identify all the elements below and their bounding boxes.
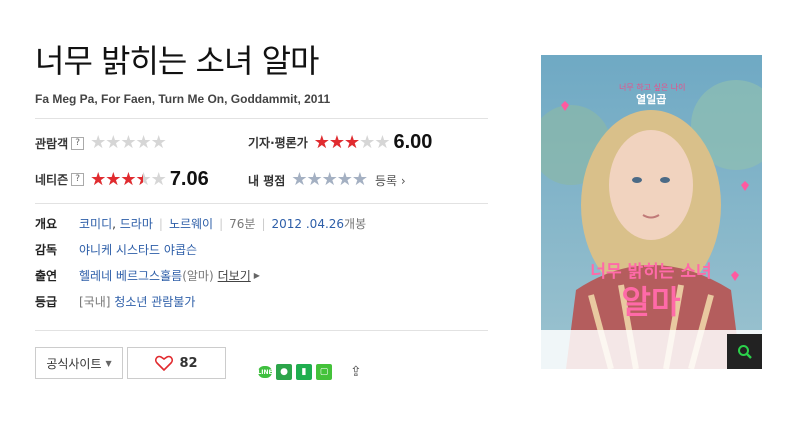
overview-label: 개요 bbox=[35, 217, 58, 231]
svg-text:너무 밝히는 소녀: 너무 밝히는 소녀 bbox=[590, 262, 711, 282]
genre-link[interactable]: 드라마 bbox=[120, 215, 153, 232]
chevron-down-icon: ▼ bbox=[105, 358, 112, 368]
critic-stars: ★★★★★★★★★★ bbox=[313, 131, 391, 153]
movie-title: 너무 밝히는 소녀 알마 bbox=[35, 42, 319, 80]
separator: | bbox=[158, 216, 163, 231]
rating-audience: 관람객 ? ★★★★★★★★★★ bbox=[35, 132, 167, 153]
svg-text:너무 하고 싶은 나이: 너무 하고 싶은 나이 bbox=[619, 82, 686, 92]
director-label: 감독 bbox=[35, 243, 58, 257]
help-icon[interactable]: ? bbox=[71, 136, 85, 150]
search-icon bbox=[737, 344, 752, 359]
rating-label: 기자·평론가 bbox=[248, 136, 308, 150]
band-icon[interactable]: ▢ bbox=[316, 364, 332, 380]
register-rating-link[interactable]: 등록 › bbox=[375, 172, 406, 189]
separator: | bbox=[261, 216, 266, 231]
rating-label: 관람객 bbox=[35, 136, 69, 151]
rating-netizen: 네티즌 ? ★★★★★★★★★★ 7.06 bbox=[35, 168, 209, 191]
svg-text:알마: 알마 bbox=[622, 283, 681, 321]
country-link[interactable]: 노르웨이 bbox=[169, 215, 213, 232]
grade-prefix: [국내] bbox=[79, 295, 111, 309]
separator: | bbox=[219, 216, 224, 231]
cast-row: 출연 헬레네 베르그스홀름 (알마) 더보기 ▶ bbox=[35, 267, 260, 284]
grade-link[interactable]: 청소년 관람불가 bbox=[114, 293, 195, 310]
director-row: 감독 야니케 시스타드 야콥슨 bbox=[35, 241, 197, 258]
more-cast-link[interactable]: 더보기 bbox=[218, 267, 251, 284]
rating-label: 네티즌 bbox=[35, 173, 69, 187]
official-site-label: 공식사이트 bbox=[46, 356, 102, 371]
movie-subtitle: Fa Meg Pa, For Faen, Turn Me On, Goddamm… bbox=[35, 92, 331, 106]
rating-critic: 기자·평론가 ★★★★★★★★★★ 6.00 bbox=[248, 131, 432, 154]
heart-icon bbox=[155, 355, 174, 371]
genre-link[interactable]: 코미디 bbox=[79, 215, 112, 232]
bookmark-icon[interactable]: ▮ bbox=[296, 364, 312, 380]
zoom-button[interactable] bbox=[727, 334, 762, 369]
rating-my: 내 평점 ★★★★★★★★★★ 등록 › bbox=[248, 171, 406, 189]
poster-image: 너무 밝히는 소녀 알마 너무 하고 싶은 나이 열일곱 bbox=[541, 55, 762, 369]
kakao-icon[interactable]: ● bbox=[276, 364, 292, 380]
line-icon[interactable]: LINE bbox=[257, 366, 273, 378]
release-date-link[interactable]: 2012 .04.26 bbox=[272, 217, 345, 231]
my-stars[interactable]: ★★★★★★★★★★ bbox=[291, 171, 368, 189]
share-icon[interactable]: ⇪ bbox=[350, 364, 362, 380]
svg-text:열일곱: 열일곱 bbox=[636, 92, 666, 106]
netizen-stars: ★★★★★★★★★★ bbox=[90, 168, 167, 190]
divider bbox=[35, 203, 488, 204]
critic-score: 6.00 bbox=[393, 131, 433, 153]
like-button[interactable]: 82 bbox=[127, 347, 226, 379]
like-count: 82 bbox=[179, 355, 198, 371]
comma: , bbox=[112, 216, 120, 231]
netizen-score: 7.06 bbox=[169, 168, 209, 190]
divider bbox=[35, 118, 488, 119]
release-suffix: 개봉 bbox=[344, 217, 367, 231]
divider bbox=[35, 330, 488, 331]
share-bar: LINE ● ▮ ▢ ⇪ bbox=[257, 364, 362, 380]
runtime: 76분 bbox=[229, 217, 256, 231]
help-icon[interactable]: ? bbox=[71, 173, 85, 186]
overview-row: 개요 코미디, 드라마 | 노르웨이 | 76분 | 2012 .04.26 개… bbox=[35, 215, 366, 232]
official-site-button[interactable]: 공식사이트 ▼ bbox=[35, 347, 123, 379]
cast-role: (알마) bbox=[182, 269, 214, 283]
grade-label: 등급 bbox=[35, 295, 58, 309]
audience-stars: ★★★★★★★★★★ bbox=[90, 132, 167, 153]
cast-link[interactable]: 헬레네 베르그스홀름 bbox=[79, 267, 182, 284]
grade-row: 등급 [국내] 청소년 관람불가 bbox=[35, 293, 195, 310]
arrow-right-icon: ▶ bbox=[253, 271, 260, 280]
rating-label: 내 평점 bbox=[248, 173, 286, 188]
movie-poster[interactable]: 너무 밝히는 소녀 알마 너무 하고 싶은 나이 열일곱 bbox=[541, 55, 762, 369]
director-link[interactable]: 야니케 시스타드 야콥슨 bbox=[79, 241, 197, 258]
cast-label: 출연 bbox=[35, 269, 58, 283]
